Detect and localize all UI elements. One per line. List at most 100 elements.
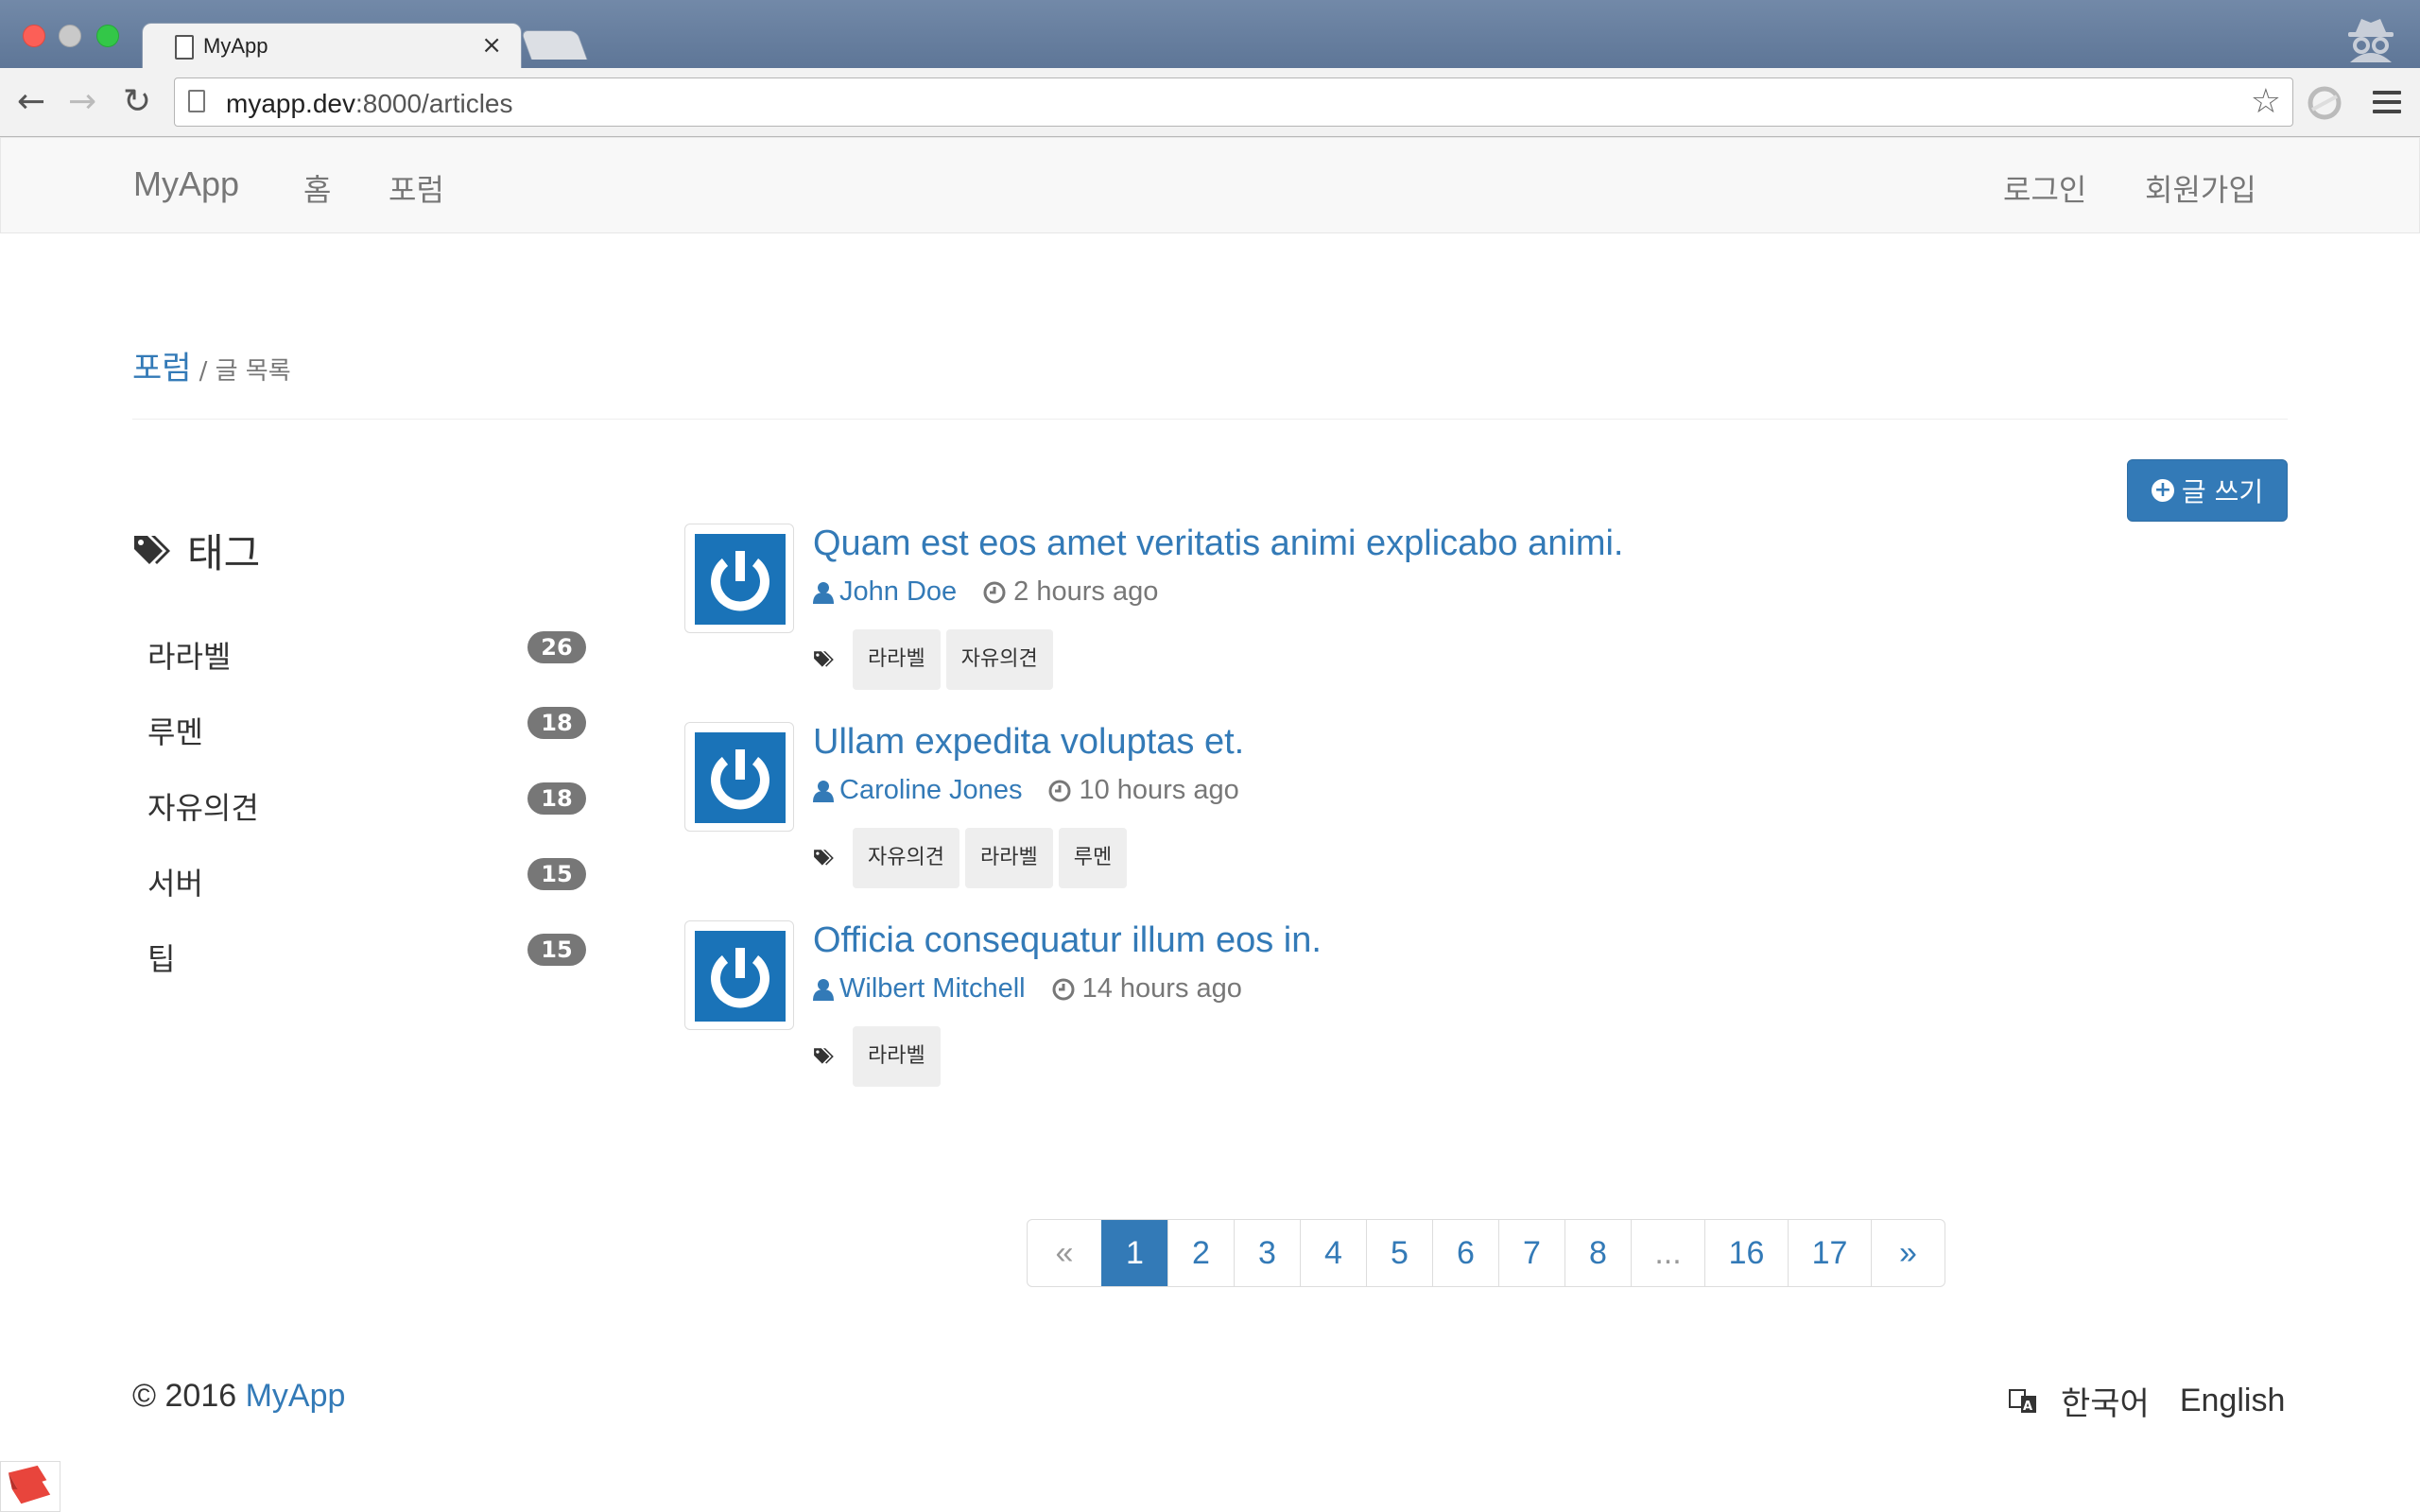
tags-icon [814,651,834,667]
tag-name: 팁 [147,941,176,977]
pagination-next[interactable]: » [1871,1220,1945,1286]
language-english-link[interactable]: English [2180,1383,2286,1419]
tag-item[interactable]: 라라벨 26 [132,620,586,696]
clock-icon [1048,780,1071,801]
page-title[interactable]: 포럼 [132,350,192,387]
incognito-icon [2348,19,2394,62]
article-tags: 자유의견 라라벨 루멘 [813,828,1128,888]
browser-menu-icon[interactable] [2373,91,2401,119]
article-tag[interactable]: 자유의견 [945,629,1053,690]
page-subtitle: / 글 목록 [199,357,291,386]
power-icon [695,732,786,823]
clock-icon [983,581,1006,603]
new-tab-button[interactable] [520,30,588,60]
debugbar-icon[interactable] [0,1461,60,1512]
tag-name: 서버 [147,866,203,902]
article-author-link[interactable]: Wilbert Mitchell [839,973,1026,1005]
minimize-window-button[interactable] [59,25,81,47]
address-bar[interactable]: myapp.dev:8000/articles ☆ [174,77,2293,127]
article-tags: 라라벨 [813,1026,941,1087]
browser-tab-active[interactable]: MyApp × [142,23,522,69]
copyright-text: © 2016 [132,1378,237,1414]
plus-circle-icon: + [2151,479,2174,502]
article-tag[interactable]: 루멘 [1058,828,1128,888]
article-author-link[interactable]: John Doe [839,576,957,608]
power-icon [695,534,786,625]
pagination-page-1[interactable]: 1 [1101,1220,1167,1286]
tag-list: 라라벨 26 루멘 18 자유의견 18 서버 15 팁 15 [132,620,586,998]
article-item: Officia consequatur illum eos in. Wilber… [684,920,2102,1119]
article-meta: Caroline Jones 10 hours ago [813,775,1239,806]
article-tags: 라라벨 자유의견 [813,629,1053,690]
article-time: 2 hours ago [1013,576,1159,607]
article-author-link[interactable]: Caroline Jones [839,775,1022,806]
tag-count-badge: 15 [527,934,586,966]
pagination-page-8[interactable]: 8 [1564,1220,1631,1286]
author-avatar[interactable] [684,722,794,832]
pagination-page-7[interactable]: 7 [1498,1220,1564,1286]
tag-item[interactable]: 루멘 18 [132,696,586,771]
write-article-button[interactable]: + 글 쓰기 [2127,459,2288,522]
pagination-page-16[interactable]: 16 [1704,1220,1788,1286]
pagination-page-5[interactable]: 5 [1366,1220,1432,1286]
author-avatar[interactable] [684,920,794,1030]
tag-name: 라라벨 [147,639,232,675]
language-switcher: A 한국어 English [2008,1378,2285,1424]
close-window-button[interactable] [23,25,45,47]
page-header: 포럼 / 글 목록 [132,342,291,388]
tab-close-icon[interactable]: × [481,31,502,60]
pagination-page-4[interactable]: 4 [1300,1220,1366,1286]
translate-icon: A [2009,1388,2036,1414]
tag-item[interactable]: 자유의견 18 [132,771,586,847]
nav-login-link[interactable]: 로그인 [2003,166,2086,210]
zoom-window-button[interactable] [96,25,119,47]
nav-signup-link[interactable]: 회원가입 [2145,166,2256,210]
language-korean-link[interactable]: 한국어 [2061,1378,2150,1424]
nav-home-link[interactable]: 홈 [303,166,331,210]
forward-icon[interactable]: → [68,83,96,121]
browser-titlebar: MyApp × [0,0,2420,69]
tag-item[interactable]: 팁 15 [132,922,586,998]
tag-name: 자유의견 [147,790,259,826]
svg-text:A: A [2023,1400,2032,1414]
article-tag[interactable]: 자유의견 [853,828,959,888]
tag-count-badge: 18 [527,782,586,815]
navbar-brand[interactable]: MyApp [133,164,239,204]
user-icon [813,581,834,604]
write-button-label: 글 쓰기 [2181,476,2264,507]
url-path: :8000/articles [354,89,513,118]
tags-icon [134,535,170,564]
article-tag[interactable]: 라라벨 [964,828,1053,888]
author-avatar[interactable] [684,524,794,633]
article-time: 14 hours ago [1081,973,1242,1004]
article-title-link[interactable]: Ullam expedita voluptas et. [813,722,1244,763]
tag-item[interactable]: 서버 15 [132,847,586,922]
pagination-page-17[interactable]: 17 [1788,1220,1871,1286]
back-icon[interactable]: ← [17,83,45,121]
article-meta: John Doe 2 hours ago [813,576,1158,608]
pagination-page-6[interactable]: 6 [1432,1220,1498,1286]
bookmark-star-icon[interactable]: ☆ [2251,82,2281,121]
extension-icon[interactable] [2307,85,2342,121]
reload-icon[interactable]: ↻ [123,83,151,121]
footer-copyright: © 2016 MyApp [132,1378,345,1415]
pagination-prev[interactable]: « [1028,1220,1101,1286]
tags-icon [814,1048,834,1064]
pagination-page-2[interactable]: 2 [1167,1220,1234,1286]
nav-forum-link[interactable]: 포럼 [389,166,444,210]
article-item: Quam est eos amet veritatis animi explic… [684,524,2102,722]
article-title-link[interactable]: Officia consequatur illum eos in. [813,920,1322,961]
url-text[interactable]: myapp.dev:8000/articles [226,89,513,119]
tag-count-badge: 18 [527,707,586,739]
footer-brand-link[interactable]: MyApp [246,1378,346,1414]
pagination-page-3[interactable]: 3 [1234,1220,1300,1286]
article-title-link[interactable]: Quam est eos amet veritatis animi explic… [813,524,1623,564]
browser-toolbar: ← → ↻ myapp.dev:8000/articles ☆ [0,68,2420,137]
page-icon [188,90,205,112]
tab-title: MyApp [203,34,268,58]
page-icon [175,35,194,60]
article-tag[interactable]: 라라벨 [853,629,941,690]
article-tag[interactable]: 라라벨 [853,1026,941,1087]
tag-name: 루멘 [147,714,203,750]
clock-icon [1052,978,1075,1000]
